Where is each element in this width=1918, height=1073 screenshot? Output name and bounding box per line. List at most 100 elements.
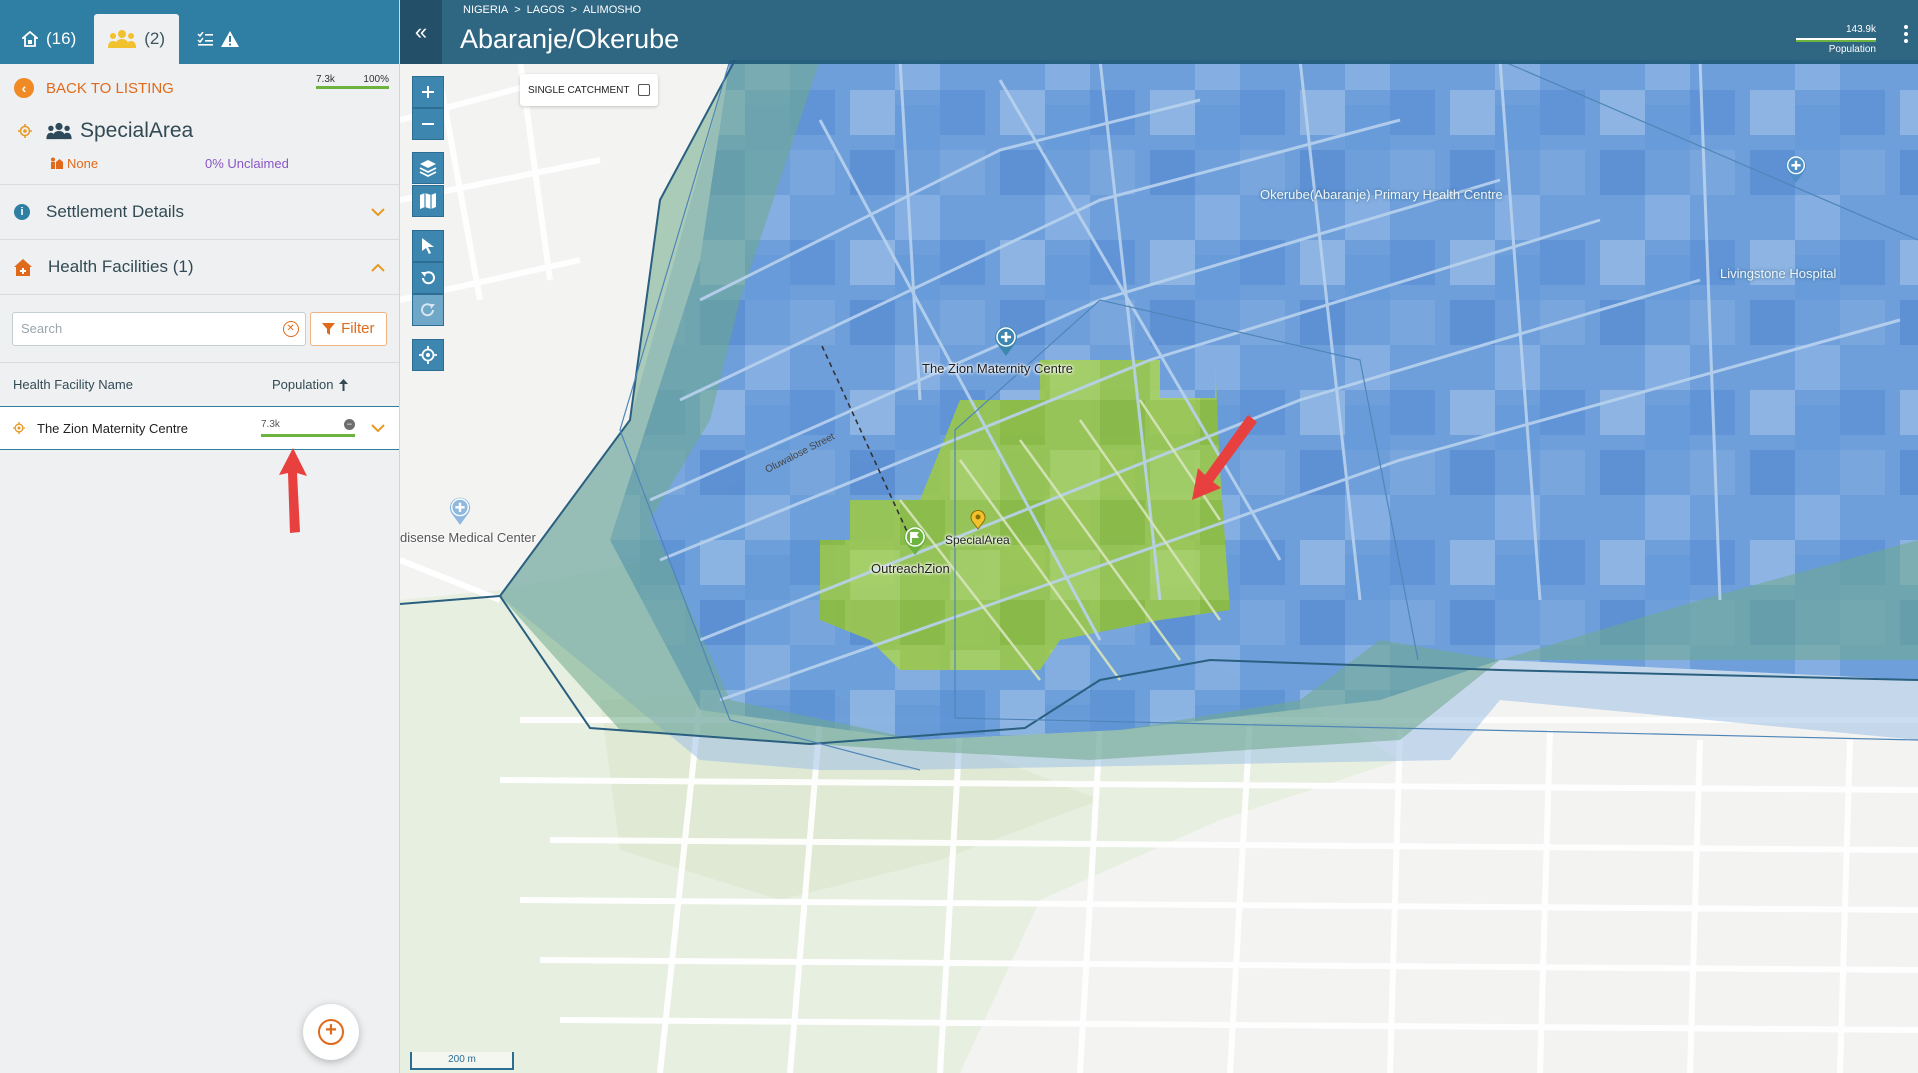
location-pin-icon: [970, 509, 986, 530]
health-facility-marker[interactable]: [993, 325, 1019, 362]
area-title-row: SpecialArea: [0, 112, 399, 150]
tab-facilities[interactable]: (16): [8, 14, 90, 64]
column-header-name[interactable]: Health Facility Name: [13, 377, 272, 392]
annotation-arrow-down-left-icon: [1192, 415, 1257, 500]
facility-name-cell[interactable]: The Zion Maternity Centre: [13, 421, 261, 436]
flag-pin-icon: [904, 526, 926, 555]
zion-maternity-label: The Zion Maternity Centre: [922, 361, 1074, 376]
filter-icon: [322, 322, 336, 335]
tab-special-areas-count: (2): [144, 29, 166, 48]
tab-special-areas[interactable]: (2): [94, 14, 180, 64]
claimed-by-status: None: [50, 156, 205, 171]
map-scale-bar: 200 m: [410, 1052, 514, 1070]
back-row: ‹ BACK TO LISTING 7.3k 100%: [0, 64, 399, 112]
zoom-in-button[interactable]: [412, 76, 444, 108]
claim-status-row: None 0% Unclaimed: [0, 150, 399, 176]
population-total-label: Population: [1828, 44, 1876, 55]
redo-button[interactable]: [412, 294, 444, 326]
people-icon: [46, 122, 72, 140]
unclaimed-label: 0% Unclaimed: [205, 155, 289, 171]
back-to-listing-link[interactable]: ‹ BACK TO LISTING: [14, 78, 174, 98]
facility-population-bar: 7.3k −: [261, 419, 355, 437]
undo-button[interactable]: [412, 262, 444, 294]
single-catchment-toggle[interactable]: SINGLE CATCHMENT: [520, 74, 658, 106]
population-total-value: 143.9k: [1845, 24, 1876, 35]
layers-button[interactable]: [412, 152, 444, 184]
sidebar: (16) (2) ‹ BACK TO LISTING 7.3k 100% Spe…: [0, 0, 400, 1073]
breadcrumb-lga[interactable]: ALIMOSHO: [583, 4, 641, 16]
locate-target-icon: [13, 422, 25, 434]
pointer-icon: [422, 238, 434, 254]
locate-button[interactable]: [412, 339, 444, 371]
info-icon: i: [14, 204, 30, 220]
table-header: Health Facility Name Population: [0, 362, 399, 406]
area-title: SpecialArea: [46, 119, 193, 143]
outreach-label: OutreachZion: [871, 561, 950, 576]
checklist-icon: [197, 32, 214, 46]
warning-icon: [221, 31, 240, 47]
settlement-details-section[interactable]: i Settlement Details: [0, 184, 399, 239]
claimed-by-label: None: [67, 155, 99, 171]
back-to-listing-label: BACK TO LISTING: [46, 79, 174, 97]
locate-target-icon[interactable]: [18, 124, 32, 138]
health-facility-pin-icon: [449, 497, 471, 525]
medisense-label: disense Medical Center: [400, 530, 536, 545]
basemap-button[interactable]: [412, 185, 444, 217]
zoom-out-button[interactable]: [412, 108, 444, 140]
filter-button[interactable]: Filter: [309, 311, 387, 346]
clear-search-icon[interactable]: ✕: [282, 320, 299, 337]
select-tool-button[interactable]: [412, 230, 444, 262]
okerube-phc-label: Okerube(Abaranje) Primary Health Centre: [1260, 187, 1503, 202]
table-row[interactable]: The Zion Maternity Centre 7.3k −: [0, 406, 399, 450]
search-row: ✕ Filter: [0, 294, 399, 362]
breadcrumb-state[interactable]: LAGOS: [527, 4, 565, 16]
column-header-population[interactable]: Population: [272, 377, 349, 392]
special-area-marker[interactable]: [970, 509, 986, 535]
breadcrumb-country[interactable]: NIGERIA: [463, 4, 508, 16]
breadcrumb-separator: >: [570, 4, 578, 16]
add-button[interactable]: +: [303, 1004, 359, 1060]
health-facilities-label: Health Facilities (1): [48, 257, 194, 276]
remove-icon[interactable]: −: [344, 419, 355, 430]
more-menu-icon[interactable]: [1904, 22, 1908, 46]
tab-facilities-count: (16): [46, 29, 77, 48]
layers-icon: [419, 160, 437, 177]
health-facility-home-icon: [14, 258, 32, 276]
population-indicator: 143.9k Population: [1796, 24, 1876, 55]
annotation-arrow-up-icon: [279, 448, 307, 533]
map-view[interactable]: « NIGERIA > LAGOS > ALIMOSHO Abaranje/Ok…: [400, 0, 1918, 1073]
tab-issues[interactable]: [183, 14, 253, 64]
redo-icon: [421, 303, 435, 317]
chevron-up-icon: [371, 263, 385, 272]
collapse-sidebar-button[interactable]: «: [400, 0, 442, 64]
map-canvas: [400, 59, 1918, 1073]
column-header-population-label: Population: [272, 377, 334, 392]
map-header: « NIGERIA > LAGOS > ALIMOSHO Abaranje/Ok…: [400, 0, 1918, 64]
crosshair-icon: [419, 346, 437, 364]
health-facility-pin-icon: [995, 326, 1017, 356]
population-mini-bar: 7.3k 100%: [316, 74, 389, 89]
breadcrumb: NIGERIA > LAGOS > ALIMOSHO: [463, 4, 641, 16]
health-facility-pin-icon: [1785, 155, 1807, 183]
search-box: ✕: [12, 311, 306, 346]
people-icon: [108, 30, 137, 48]
home-icon: [22, 31, 38, 47]
plus-icon: +: [318, 1019, 344, 1045]
health-facility-marker[interactable]: [448, 496, 472, 531]
special-area-label: SpecialArea: [945, 533, 1010, 547]
single-catchment-checkbox[interactable]: [637, 84, 650, 96]
undo-icon: [421, 271, 435, 285]
health-facility-marker[interactable]: [1784, 154, 1808, 189]
sidebar-tabs: (16) (2): [0, 0, 399, 64]
area-title-text: SpecialArea: [80, 119, 194, 142]
facility-name: The Zion Maternity Centre: [37, 420, 189, 436]
search-input[interactable]: [12, 311, 306, 346]
settlement-details-label: Settlement Details: [46, 202, 184, 221]
unclaimed-status: 0% Unclaimed: [205, 156, 289, 171]
chevron-down-icon[interactable]: [371, 423, 385, 433]
sort-ascending-icon: [339, 378, 349, 391]
health-facilities-section[interactable]: Health Facilities (1): [0, 239, 399, 294]
population-mini-value: 7.3k: [316, 74, 335, 85]
minus-icon: [422, 123, 434, 125]
outreach-marker[interactable]: [902, 526, 928, 561]
